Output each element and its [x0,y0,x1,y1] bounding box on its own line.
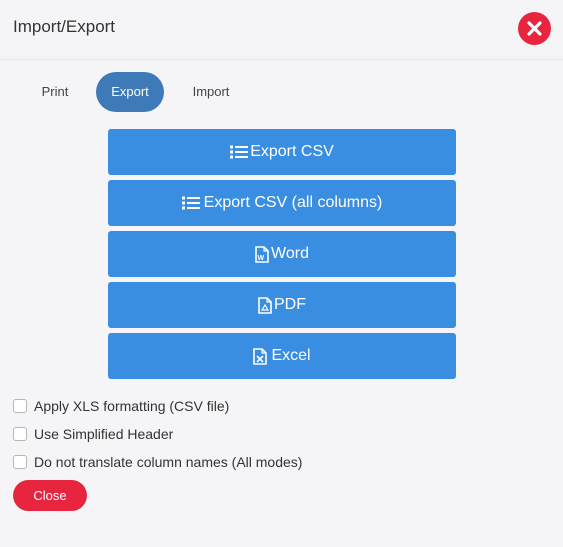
export-pdf-label: PDF [274,296,306,313]
svg-text:W: W [258,255,265,262]
use-simplified-header-label: Use Simplified Header [34,426,174,442]
tab-print[interactable]: Print [30,72,80,112]
close-icon [527,21,542,36]
do-not-translate-columns-label: Do not translate column names (All modes… [34,454,303,470]
mode-tabs: Print Export Import [0,72,563,112]
use-simplified-header-option[interactable]: Use Simplified Header [13,424,173,444]
list-icon [181,196,200,210]
pdf-file-icon [258,296,272,314]
apply-xls-formatting-option[interactable]: Apply XLS formatting (CSV file) [13,396,229,416]
do-not-translate-columns-checkbox[interactable] [13,455,27,469]
list-icon [230,145,249,159]
import-export-dialog: Import/Export Print Export Import Export… [0,0,563,547]
tab-export[interactable]: Export [96,72,164,112]
dialog-header: Import/Export [0,0,563,60]
close-dialog-button[interactable] [518,12,551,45]
export-excel-label: Excel [271,347,311,364]
export-excel-button[interactable]: Excel [108,333,456,379]
export-csv-all-columns-button[interactable]: Export CSV (all columns) [108,180,456,226]
dialog-title: Import/Export [13,17,116,36]
do-not-translate-columns-option[interactable]: Do not translate column names (All modes… [13,452,302,472]
tab-import[interactable]: Import [181,72,241,112]
export-word-button[interactable]: W Word [108,231,456,277]
export-csv-all-columns-label: Export CSV (all columns) [203,194,383,211]
use-simplified-header-checkbox[interactable] [13,427,27,441]
export-csv-label: Export CSV [250,143,334,160]
excel-file-icon [253,347,268,365]
apply-xls-formatting-label: Apply XLS formatting (CSV file) [34,398,230,414]
export-word-label: Word [271,245,309,262]
word-file-icon: W [255,245,269,263]
export-pdf-button[interactable]: PDF [108,282,456,328]
apply-xls-formatting-checkbox[interactable] [13,399,27,413]
export-csv-button[interactable]: Export CSV [108,129,456,175]
close-button[interactable]: Close [13,480,87,511]
